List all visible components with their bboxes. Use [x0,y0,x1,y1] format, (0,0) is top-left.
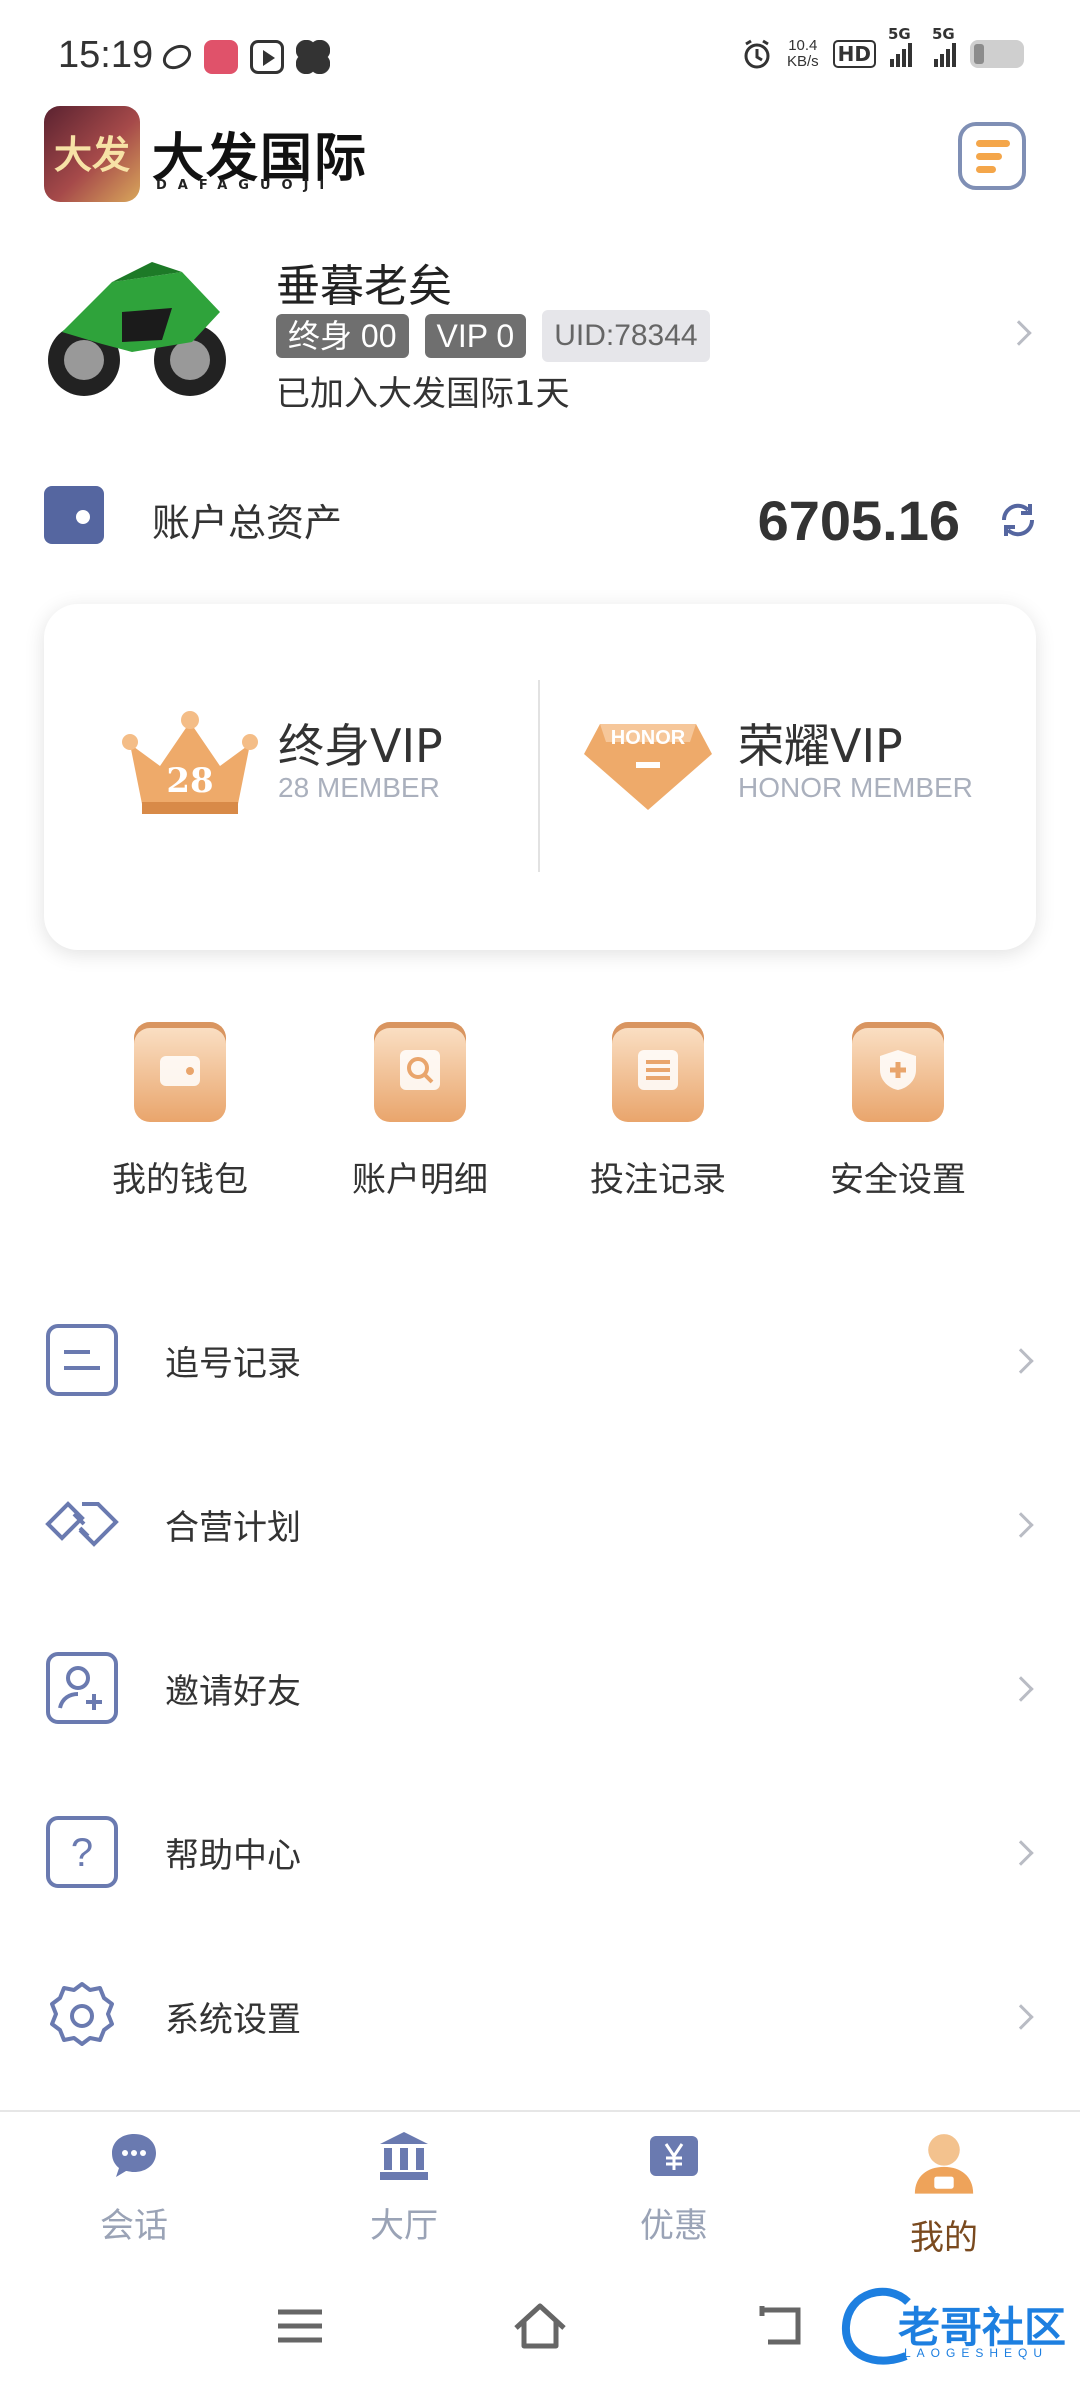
vip-lifetime-title: 终身VIP [278,719,443,773]
menu-item-label: 邀请好友 [165,1672,301,1712]
tab-promotions[interactable]: 优惠 [594,2128,754,2247]
avatar [42,252,228,404]
menu-item-label: 追号记录 [165,1344,301,1384]
alarm-icon [744,39,770,69]
tab-label: 优惠 [640,2206,708,2246]
net-speed: 10.4 KB/s [786,37,819,70]
svg-text:HONOR: HONOR [611,727,686,749]
quick-action-label: 投注记录 [590,1160,726,1200]
watermark-logo: 老哥社区 LAOGESHEQU [838,2282,1068,2372]
video-notification-icon [250,40,284,74]
quick-action-label: 我的钱包 [112,1160,248,1200]
assets-row: 账户总资产 6705.16 [0,470,1080,570]
wallet-icon [44,486,104,544]
app-header: 大发 大发国际 DAFAGUOJI [0,106,1080,206]
vip-honor-title: 荣耀VIP [738,719,903,773]
status-bar: 15:19 10.4 KB/s HD 5G 5G [0,0,1080,110]
fan-notification-icon [296,40,330,74]
home-icon[interactable] [510,2298,570,2354]
app-notification-icon [158,39,196,75]
quick-action-bets[interactable]: 投注记录 [558,1022,758,1201]
wallet-icon [134,1022,226,1122]
lifetime-level-badge: 终身 00 [276,314,409,358]
app-logo: 大发 [44,106,140,202]
record-icon [46,1324,118,1396]
quick-action-wallet[interactable]: 我的钱包 [80,1022,280,1201]
quick-action-security[interactable]: 安全设置 [798,1022,998,1201]
status-right: 10.4 KB/s HD 5G 5G [741,25,1024,70]
profile-joined: 已加入大发国际1天 [276,374,570,414]
gear-icon [50,1982,114,2046]
chevron-right-icon [1008,1348,1034,1374]
profile-card[interactable]: 垂暮老矣 终身 00 VIP 0 UID:78344 已加入大发国际1天 [0,240,1080,420]
crown-icon: 28 [122,711,258,814]
menu-item-chase-records[interactable]: 追号记录 [0,1280,1080,1444]
vip-divider [538,680,540,872]
chat-icon [112,2134,156,2177]
menu-item-settings[interactable]: 系统设置 [0,1936,1080,2100]
menu-item-partnership[interactable]: 合营计划 [0,1444,1080,1608]
vip-card: 28 终身VIP 28 MEMBER HONOR 荣耀VIP HONOR MEM… [44,604,1036,950]
hd-badge: HD [832,40,876,68]
yen-icon [650,2136,698,2176]
add-user-icon [46,1652,118,1724]
bottom-nav: 会话 大厅 优惠 我的 [0,2110,1080,2260]
assets-label: 账户总资产 [152,501,343,545]
app-subtitle: DAFAGUOJI [156,178,336,193]
menu-button[interactable] [958,122,1026,190]
quick-actions: 我的钱包 账户明细 投注记录 安全设置 [0,1022,1080,1222]
quick-action-label: 账户明细 [352,1160,488,1200]
vip-honor-subtitle: HONOR MEMBER [738,772,973,803]
list-icon [612,1022,704,1122]
tab-mine[interactable]: 我的 [864,2128,1024,2259]
tab-chat[interactable]: 会话 [54,2128,214,2247]
vip-lifetime-subtitle: 28 MEMBER [278,772,440,803]
system-nav-bar: 老哥社区 LAOGESHEQU [0,2270,1080,2388]
tab-label: 会话 [100,2206,168,2246]
signal-sim1-icon: 5G [888,25,912,67]
honor-diamond-icon: HONOR [584,724,712,810]
menu-item-label: 帮助中心 [165,1836,301,1876]
svg-text:28: 28 [166,761,213,801]
status-app-icons [158,39,330,75]
chevron-right-icon [1008,1676,1034,1702]
shield-icon [852,1022,944,1122]
profile-name: 垂暮老矣 [276,261,452,312]
quick-action-label: 安全设置 [830,1160,966,1200]
search-icon [374,1022,466,1122]
vip-level-badge: VIP 0 [424,314,527,358]
signal-sim2-icon: 5G [932,25,956,67]
quick-action-details[interactable]: 账户明细 [320,1022,520,1201]
tab-lobby[interactable]: 大厅 [324,2128,484,2247]
help-icon: ? [46,1816,118,1888]
chevron-right-icon [1008,1512,1034,1538]
chevron-right-icon [1006,320,1032,346]
status-time: 15:19 [58,34,154,76]
bank-icon [380,2132,428,2180]
handshake-icon [45,1501,119,1547]
tab-label: 我的 [910,2218,978,2258]
svg-text:?: ? [71,1831,93,1875]
user-icon [914,2134,974,2194]
back-icon[interactable] [750,2298,810,2354]
game-notification-icon [204,40,238,74]
tab-label: 大厅 [370,2206,438,2246]
refresh-icon[interactable] [996,498,1040,542]
menu-item-label: 系统设置 [165,2000,301,2040]
menu-item-label: 合营计划 [165,1508,301,1548]
uid-badge: UID:78344 [542,310,710,362]
chevron-right-icon [1008,2004,1034,2030]
menu-icon [976,140,1010,147]
assets-value: 6705.16 [757,489,960,552]
menu-icon[interactable] [270,2298,330,2354]
menu-item-invite[interactable]: 邀请好友 [0,1608,1080,1772]
menu-item-help[interactable]: ? 帮助中心 [0,1772,1080,1936]
profile-tags: 终身 00 VIP 0 UID:78344 [276,310,710,362]
chevron-right-icon [1008,1840,1034,1866]
battery-icon [970,40,1024,68]
